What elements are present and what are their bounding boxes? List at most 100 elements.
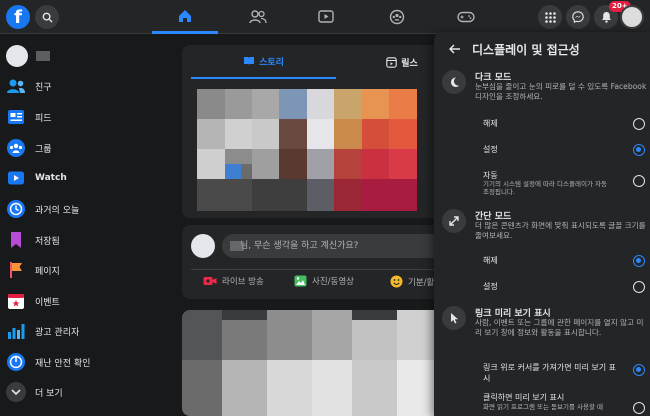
section-description: 더 많은 콘텐츠가 화면에 맞춰 표시되도록 글꼴 크기를 줄여보세요. [475, 221, 647, 241]
facebook-logo[interactable]: f [6, 5, 30, 29]
crisis-response-icon [6, 352, 26, 372]
radio-button[interactable] [633, 175, 645, 187]
smiley-icon [390, 275, 403, 288]
account-avatar[interactable] [620, 5, 644, 29]
dark-mode-option-auto[interactable]: 자동 기기의 시스템 설정에 따라 디스플레이가 자동 조정됩니다. [483, 166, 645, 196]
whats-on-your-mind-input[interactable]: 님, 무슨 생각을 하고 계신가요? [222, 234, 466, 258]
moon-icon [442, 70, 466, 94]
sidebar-item-label: Watch [35, 173, 67, 183]
groups-icon [389, 9, 405, 25]
chevron-down-icon [6, 382, 26, 402]
video-icon [318, 10, 334, 24]
memories-icon [6, 199, 26, 219]
feed-icon [6, 107, 26, 127]
feed-post [182, 310, 472, 416]
option-label: 설정 [483, 281, 498, 292]
nav-tab-watch[interactable] [293, 0, 359, 34]
compact-mode-option-off[interactable]: 해제 [483, 251, 645, 273]
sidebar-item-label: 그룹 [35, 142, 52, 155]
messenger-icon [572, 11, 584, 23]
nav-tab-gaming[interactable] [433, 0, 499, 34]
compact-mode-section: 간단 모드 더 많은 콘텐츠가 화면에 맞춰 표시되도록 글꼴 크기를 줄여보세… [442, 209, 646, 299]
groups-icon [6, 138, 26, 158]
reels-icon [386, 57, 397, 68]
radio-button[interactable] [633, 118, 645, 130]
nav-tab-home[interactable] [152, 0, 218, 34]
display-accessibility-panel: 디스플레이 및 접근성 다크 모드 눈부심을 줄이고 눈의 피로를 덜 수 있도… [434, 32, 650, 416]
photo-icon [294, 275, 307, 287]
pages-icon [6, 260, 26, 280]
sidebar-item-label: 더 보기 [35, 386, 63, 399]
section-description: 사람, 이벤트 또는 그룹에 관한 페이지를 열지 않고 미리 보기 창에 정보… [475, 318, 645, 338]
sidebar-item-crisis-response[interactable]: 재난 안전 확인 [6, 349, 156, 375]
messenger-button[interactable] [566, 5, 590, 29]
option-label: 해제 [483, 255, 498, 266]
sidebar-item-label: 이벤트 [35, 295, 60, 308]
live-video-button[interactable]: 라이브 방송 [203, 275, 264, 287]
sidebar-item-pages[interactable]: 페이지 [6, 257, 156, 283]
ads-manager-icon [6, 321, 26, 341]
radio-button-selected[interactable] [633, 144, 645, 156]
tab-stories[interactable]: 스토리 [191, 45, 336, 79]
compact-mode-option-on[interactable]: 설정 [483, 277, 645, 299]
top-navigation-bar: f 20+ [0, 0, 650, 34]
sidebar-item-saved[interactable]: 저장됨 [6, 227, 156, 253]
radio-button[interactable] [633, 281, 645, 293]
sidebar-item-groups[interactable]: 그룹 [6, 135, 156, 161]
photo-video-button[interactable]: 사진/동영상 [294, 275, 354, 287]
sidebar-item-label: 피드 [35, 111, 52, 124]
option-sublabel: 기기의 시스템 설정에 따라 디스플레이가 자동 조정됩니다. [483, 180, 613, 196]
menu-button[interactable] [538, 5, 562, 29]
live-video-icon [203, 275, 217, 287]
search-button[interactable] [35, 5, 59, 29]
sidebar-item-label: 친구 [35, 80, 52, 93]
cursor-icon [442, 306, 466, 330]
link-preview-option-hover[interactable]: 링크 위로 커서를 가져가면 미리 보기 표시 [483, 360, 645, 386]
user-name-redacted [230, 241, 244, 251]
sidebar-item-watch[interactable]: Watch [6, 165, 156, 191]
link-preview-option-click[interactable]: 클릭하면 미리 보기 표시 화면 읽기 프로그램 또는 돋보기를 사용할 때 [483, 390, 645, 416]
option-label: 클릭하면 미리 보기 표시 [483, 392, 564, 403]
arrow-left-icon [449, 44, 461, 54]
sidebar-item-label: 재난 안전 확인 [35, 356, 90, 369]
nav-tab-friends[interactable] [225, 0, 291, 34]
avatar [6, 45, 28, 67]
grid-menu-icon [545, 12, 556, 23]
sidebar-item-label: 페이지 [35, 264, 60, 277]
sidebar-item-friends[interactable]: 친구 [6, 73, 156, 99]
post-image-pixelated[interactable] [182, 310, 472, 416]
sidebar-item-events[interactable]: 이벤트 [6, 288, 156, 314]
nav-tab-groups[interactable] [364, 0, 430, 34]
sidebar-item-see-more[interactable]: 더 보기 [6, 379, 156, 405]
profile-name-redacted [36, 51, 50, 61]
photo-video-label: 사진/동영상 [312, 275, 354, 287]
sidebar-item-label: 광고 관리자 [35, 325, 79, 338]
sidebar-item-label: 저장됨 [35, 234, 60, 247]
friends-icon [6, 76, 26, 96]
sidebar-item-label: 과거의 오늘 [35, 203, 79, 216]
option-label: 설정 [483, 144, 498, 155]
back-button[interactable] [444, 38, 466, 60]
radio-button-selected[interactable] [633, 364, 645, 376]
search-icon [42, 12, 53, 23]
radio-button[interactable] [633, 402, 645, 414]
link-preview-section: 링크 미리 보기 표시 사람, 이벤트 또는 그룹에 관한 페이지를 열지 않고… [442, 306, 646, 416]
sidebar-item-memories[interactable]: 과거의 오늘 [6, 196, 156, 222]
panel-title: 디스플레이 및 접근성 [472, 41, 580, 58]
dark-mode-option-on[interactable]: 설정 [483, 140, 645, 162]
sidebar-item-ads-manager[interactable]: 광고 관리자 [6, 318, 156, 344]
watch-icon [6, 168, 26, 188]
post-composer: 님, 무슨 생각을 하고 계신가요? 라이브 방송 사진/동영상 기분/활동 [182, 225, 472, 299]
saved-icon [6, 230, 26, 250]
sidebar-item-feed[interactable]: 피드 [6, 104, 156, 130]
home-icon [177, 8, 193, 24]
dark-mode-option-off[interactable]: 해제 [483, 114, 645, 136]
option-label: 링크 위로 커서를 가져가면 미리 보기 표시 [483, 362, 623, 384]
friends-icon [249, 10, 267, 24]
story-thumbnail-pixelated[interactable] [197, 89, 417, 211]
live-video-label: 라이브 방송 [222, 275, 264, 287]
sidebar-item-profile[interactable] [6, 43, 156, 69]
radio-button-selected[interactable] [633, 255, 645, 267]
bell-icon [601, 11, 612, 23]
avatar [191, 234, 215, 258]
